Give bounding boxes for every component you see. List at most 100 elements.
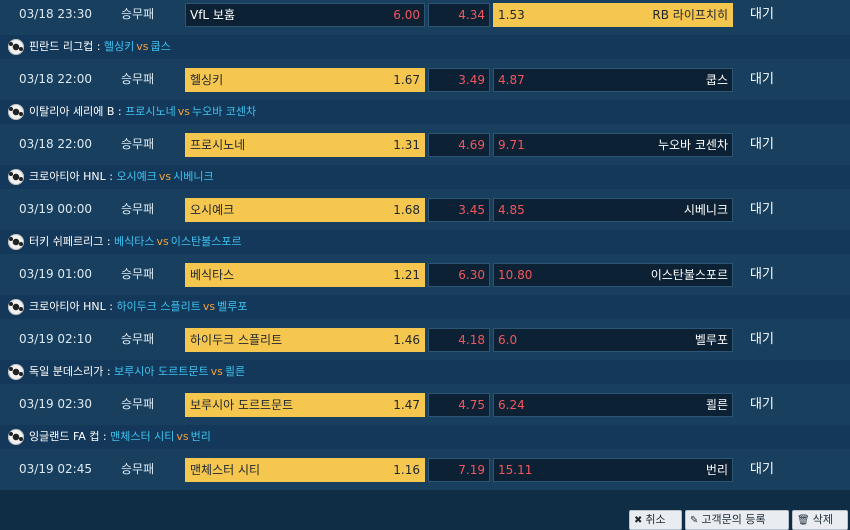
match-block: 독일 분데스리가 : 보루시아 도르트문트 vs 쾰른 03/19 02:30 승무패 보… [0,360,850,425]
match-status: 대기 [750,332,774,347]
match-block: 핀란드 리그컵 : 헬싱키 vs 쿱스 03/18 22:00 승무패 헬싱키 1.67 3.… [0,35,850,100]
header-team-b: 쿱스 [150,40,171,53]
away-odds-cell[interactable]: 9.71 누오바 코센차 [493,133,733,157]
action-bar: ✖ 취소 ✎ 고객문의 등록 🗑 삭제 [0,500,850,530]
header-team-b: 쾰른 [224,365,246,378]
match-header-text: 핀란드 리그컵 : 헬싱키 vs 쿱스 [29,35,171,59]
cancel-button[interactable]: ✖ 취소 [629,510,682,530]
delete-button[interactable]: 🗑 삭제 [792,510,848,530]
match-row: 03/19 02:45 승무패 맨체스터 시티 1.16 7.19 15.11 번리 대기 [0,449,850,490]
draw-odds-cell[interactable]: 4.18 [428,328,490,352]
header-team-a: 베식타스 [114,235,155,248]
draw-odd: 4.34 [458,8,485,22]
draw-odds-cell[interactable]: 7.19 [428,458,490,482]
away-odds-cell[interactable]: 15.11 번리 [493,458,733,482]
league-name: 터키 쉬페르리그 [29,235,104,248]
away-odds-cell[interactable]: 4.85 시베니크 [493,198,733,222]
match-header: 크로아티아 HNL : 오시예크 vs 시베니크 [0,165,850,189]
draw-odds-cell[interactable]: 3.49 [428,68,490,92]
away-odds-cell[interactable]: 4.87 쿱스 [493,68,733,92]
soccer-ball-icon [8,234,24,250]
header-team-a: 보루시아 도르트문트 [114,365,209,378]
match-header-text: 크로아티아 HNL : 오시예크 vs 시베니크 [29,165,214,189]
match-status: 대기 [750,462,774,477]
register-inquiry-button-label: 고객문의 등록 [701,513,766,526]
bet-type: 승무패 [121,202,155,216]
draw-odds-cell[interactable]: 4.75 [428,393,490,417]
home-odds-cell[interactable]: 하이두크 스플리트 1.46 [185,328,425,352]
home-odds-cell[interactable]: 베식타스 1.21 [185,263,425,287]
home-team-name: VfL 보훔 [190,8,236,22]
match-row: 03/18 22:00 승무패 프로시노네 1.31 4.69 9.71 누오바 코센차 대기 [0,124,850,165]
league-name: 잉글랜드 FA 컵 [29,430,100,443]
close-icon: ✖ [634,515,643,526]
header-vs: vs [202,300,216,313]
home-team-name: 베식타스 [190,268,235,282]
draw-odds-cell[interactable]: 4.34 [428,3,490,27]
match-header-text: 터키 쉬페르리그 : 베식타스 vs 이스탄불스포르 [29,230,242,254]
match-row: 03/19 01:00 승무패 베식타스 1.21 6.30 10.80 이스탄불스포르 대기 [0,254,850,295]
home-odds-cell[interactable]: VfL 보훔 6.00 [185,3,425,27]
header-team-a: 맨체스터 시티 [110,430,175,443]
header-team-a: 헬싱키 [103,40,135,53]
match-block: 크로아티아 HNL : 오시예크 vs 시베니크 03/19 00:00 승무패 오시예크… [0,165,850,230]
away-team-name: 쿱스 [705,73,728,87]
match-header-text: 잉글랜드 FA 컵 : 맨체스터 시티 vs 번리 [29,425,211,449]
home-odds-cell[interactable]: 프로시노네 1.31 [185,133,425,157]
match-time: 03/18 22:00 [19,72,92,86]
home-team-name: 오시예크 [190,203,235,217]
away-team-name: 번리 [705,463,728,477]
home-odds-cell[interactable]: 헬싱키 1.67 [185,68,425,92]
league-name: 크로아티아 HNL [29,300,106,313]
home-odd: 1.46 [393,333,420,347]
header-separator: : [99,430,111,443]
header-vs: vs [156,235,169,248]
league-name: 독일 분데스리가 [29,365,104,378]
header-vs: vs [158,170,172,183]
draw-odds-cell[interactable]: 3.45 [428,198,490,222]
soccer-ball-icon [8,39,24,55]
away-odd: 4.85 [498,203,525,217]
match-header: 잉글랜드 FA 컵 : 맨체스터 시티 vs 번리 [0,425,850,449]
header-team-b: 시베니크 [173,170,214,183]
home-odds-cell[interactable]: 보루시아 도르트문트 1.47 [185,393,425,417]
trash-icon: 🗑 [797,515,810,526]
match-time: 03/19 02:30 [19,397,92,411]
draw-odd: 3.45 [458,203,485,217]
away-odds-cell[interactable]: 6.0 벨루포 [493,328,733,352]
home-odd: 1.16 [393,463,420,477]
header-separator: : [103,235,115,248]
header-separator: : [93,40,104,53]
match-time: 03/19 02:10 [19,332,92,346]
home-team-name: 헬싱키 [190,73,224,87]
away-team-name: 이스탄불스포르 [650,268,728,282]
soccer-ball-icon [8,169,24,185]
away-odds-cell[interactable]: 1.53 RB 라이프치히 [493,3,733,27]
home-odds-cell[interactable]: 맨체스터 시티 1.16 [185,458,425,482]
draw-odd: 4.69 [458,138,485,152]
away-odd: 4.87 [498,73,525,87]
header-team-a: 프로시노네 [125,105,176,118]
match-header-text: 크로아티아 HNL : 하이두크 스플리트 vs 벨루포 [29,295,248,319]
match-time: 03/18 23:30 [19,7,92,21]
register-inquiry-button[interactable]: ✎ 고객문의 등록 [685,510,789,530]
bet-type: 승무패 [121,332,155,346]
away-odds-cell[interactable]: 6.24 쾰른 [493,393,733,417]
match-block: 독일 분데스리가 : VfL 보훔vsRB 라이프치히03/18 23:30승무… [0,0,850,35]
home-odds-cell[interactable]: 오시예크 1.68 [185,198,425,222]
away-team-name: 벨루포 [694,333,728,347]
draw-odd: 4.75 [458,398,485,412]
draw-odds-cell[interactable]: 6.30 [428,263,490,287]
match-header: 핀란드 리그컵 : 헬싱키 vs 쿱스 [0,35,850,59]
header-team-a: 오시예크 [116,170,157,183]
match-time: 03/18 22:00 [19,137,92,151]
header-vs: vs [176,430,189,443]
bet-type: 승무패 [121,7,155,21]
header-vs: vs [136,40,149,53]
away-odds-cell[interactable]: 10.80 이스탄불스포르 [493,263,733,287]
league-name: 핀란드 리그컵 [29,40,94,53]
match-time: 03/19 01:00 [19,267,92,281]
match-header: 독일 분데스리가 : 보루시아 도르트문트 vs 쾰른 [0,360,850,384]
draw-odds-cell[interactable]: 4.69 [428,133,490,157]
delete-button-label: 삭제 [812,513,833,526]
